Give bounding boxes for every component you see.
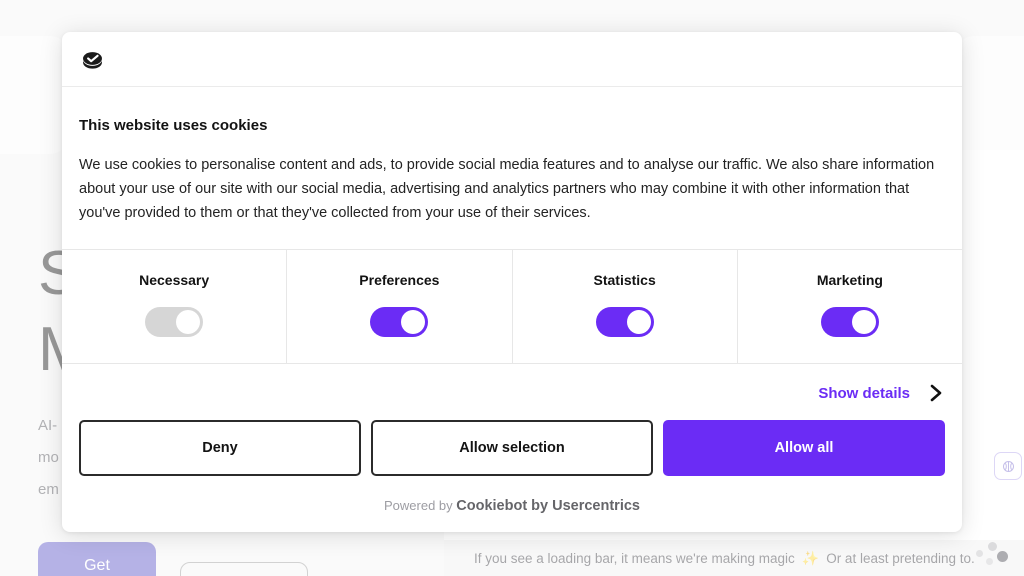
dialog-header [62, 32, 962, 87]
category-marketing: Marketing [738, 250, 962, 363]
show-details-row: Show details [62, 364, 962, 420]
allow-all-button[interactable]: Allow all [663, 420, 945, 476]
allow-selection-button[interactable]: Allow selection [371, 420, 653, 476]
dialog-description: We use cookies to personalise content an… [79, 157, 935, 221]
chevron-right-icon [930, 384, 942, 402]
show-details-link[interactable]: Show details [818, 384, 943, 402]
toggle-marketing[interactable] [820, 307, 879, 337]
category-label-preferences: Preferences [359, 272, 440, 288]
powered-by-label: Powered by [383, 498, 453, 513]
category-statistics: Statistics [513, 250, 738, 363]
dialog-action-buttons: Deny Allow selection Allow all [62, 420, 962, 476]
toggle-statistics[interactable] [595, 307, 654, 337]
cookiebot-brand-link[interactable]: Cookiebot by Usercentrics [456, 498, 640, 514]
category-label-marketing: Marketing [816, 272, 883, 288]
category-necessary: Necessary [62, 250, 288, 363]
cookie-check-icon [83, 51, 102, 69]
category-label-necessary: Necessary [139, 272, 210, 288]
category-label-statistics: Statistics [593, 272, 656, 288]
dialog-body: This website uses cookies We use cookies… [62, 87, 962, 249]
show-details-label: Show details [818, 384, 910, 402]
dialog-footer: Powered by Cookiebot by Usercentrics [62, 476, 962, 532]
deny-button[interactable]: Deny [79, 420, 361, 476]
toggle-necessary [145, 307, 204, 337]
dialog-title: This website uses cookies [79, 117, 268, 134]
category-preferences: Preferences [287, 250, 513, 363]
toggle-preferences[interactable] [370, 307, 429, 337]
consent-categories: Necessary Preferences Statistics Marketi… [62, 249, 962, 364]
cookie-consent-dialog: This website uses cookies We use cookies… [62, 32, 962, 532]
